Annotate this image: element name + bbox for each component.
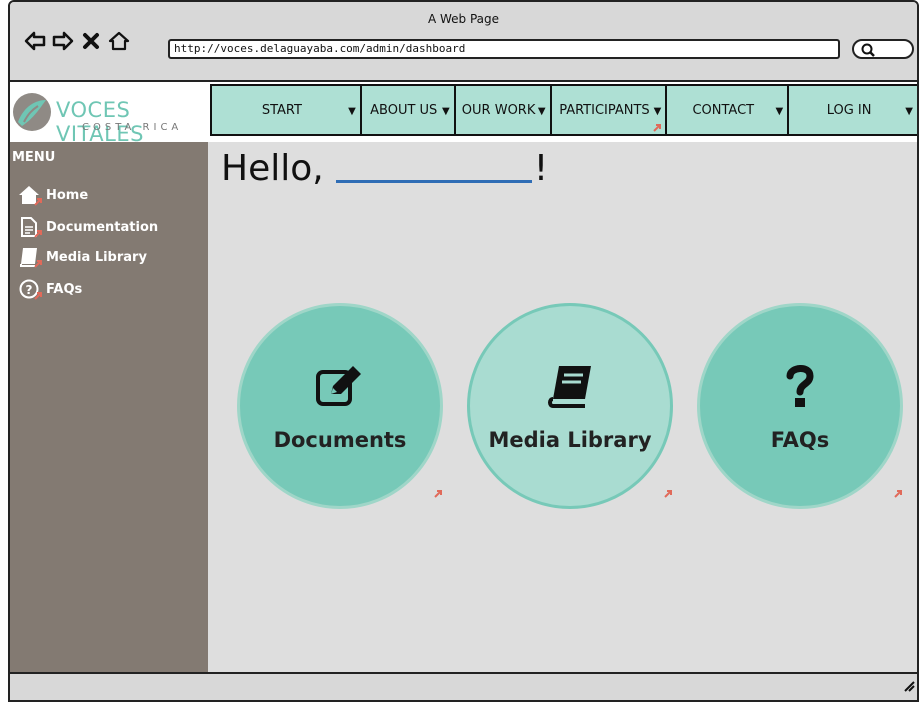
home-icon <box>18 184 42 206</box>
greeting-exclaim: ! <box>533 148 549 189</box>
card-faqs[interactable]: FAQs <box>697 303 903 509</box>
caret-down-icon: ▼ <box>775 106 784 117</box>
nav-label: LOG IN <box>826 102 872 118</box>
link-marker-icon <box>34 260 42 268</box>
nav-label: OUR WORK <box>461 102 536 118</box>
forward-arrow-icon[interactable] <box>52 30 74 52</box>
link-marker-icon <box>34 198 42 206</box>
sidebar-item-faqs[interactable]: ? FAQs <box>18 278 82 300</box>
book-icon <box>547 360 593 412</box>
sidebar-item-label: FAQs <box>46 281 83 297</box>
sidebar-item-documentation[interactable]: Documentation <box>18 216 158 238</box>
edit-icon <box>315 360 365 412</box>
browser-chrome: A Web Page http://voces.delaguayaba.com/… <box>10 2 917 82</box>
link-marker-icon <box>34 230 42 238</box>
svg-text:?: ? <box>26 283 33 297</box>
browser-nav <box>24 30 130 52</box>
link-marker-icon <box>34 292 42 300</box>
caret-down-icon: ▼ <box>348 106 356 117</box>
link-marker-icon <box>653 124 662 132</box>
main-nav: START ▼ ABOUT US ▼ OUR WORK ▼ PARTICIPAN… <box>210 84 917 136</box>
sidebar: MENU Home Documentation Media Library ? … <box>10 142 208 672</box>
site-header: VOCES VITALES COSTA RICA START ▼ ABOUT U… <box>10 82 917 146</box>
link-marker-icon <box>434 490 442 498</box>
sidebar-item-home[interactable]: Home <box>18 184 88 206</box>
nav-label: PARTICIPANTS <box>559 102 650 118</box>
nav-label: CONTACT <box>692 102 755 118</box>
search-icon <box>861 43 875 57</box>
nav-item-log-in[interactable]: LOG IN ▼ <box>787 84 917 136</box>
nav-item-participants[interactable]: PARTICIPANTS ▼ <box>549 84 668 136</box>
home-icon[interactable] <box>108 30 130 52</box>
nav-item-start[interactable]: START ▼ <box>210 84 362 136</box>
card-label: FAQs <box>770 428 830 452</box>
book-icon <box>18 246 42 268</box>
nav-item-contact[interactable]: CONTACT ▼ <box>665 84 790 136</box>
sidebar-item-label: Documentation <box>46 219 159 235</box>
sidebar-item-label: Media Library <box>46 249 147 265</box>
back-arrow-icon[interactable] <box>24 30 46 52</box>
caret-down-icon: ▼ <box>653 106 662 117</box>
question-icon <box>785 360 815 412</box>
logo-subtitle: COSTA RICA <box>82 122 183 133</box>
caret-down-icon: ▼ <box>537 106 546 117</box>
username-placeholder-line <box>335 151 532 183</box>
card-label: Media Library <box>488 428 652 452</box>
leaf-logo-icon <box>13 93 51 131</box>
question-circle-icon: ? <box>18 278 42 300</box>
nav-label: ABOUT US <box>370 102 438 118</box>
close-icon[interactable] <box>80 30 102 52</box>
status-bar <box>10 672 917 700</box>
main-content: Hello, ! Documents Media Library FAQs <box>208 142 917 672</box>
sidebar-item-media-library[interactable]: Media Library <box>18 246 147 268</box>
card-media-library[interactable]: Media Library <box>467 303 673 509</box>
link-marker-icon <box>664 490 672 498</box>
sidebar-item-label: Home <box>46 187 89 203</box>
card-label: Documents <box>273 428 407 452</box>
nav-item-our-work[interactable]: OUR WORK ▼ <box>453 84 552 136</box>
document-icon <box>18 216 42 238</box>
nav-item-about-us[interactable]: ABOUT US ▼ <box>359 84 456 136</box>
greeting-text: Hello, <box>221 148 324 189</box>
browser-window: A Web Page http://voces.delaguayaba.com/… <box>8 0 919 702</box>
sidebar-title: MENU <box>12 150 56 165</box>
caret-down-icon: ▼ <box>905 106 913 117</box>
card-documents[interactable]: Documents <box>237 303 443 509</box>
address-bar[interactable]: http://voces.delaguayaba.com/admin/dashb… <box>168 39 840 59</box>
site-logo[interactable]: VOCES VITALES COSTA RICA <box>10 88 210 146</box>
browser-search-box[interactable] <box>852 39 914 59</box>
window-title: A Web Page <box>427 12 500 26</box>
resize-handle-icon[interactable] <box>903 677 915 696</box>
greeting-heading: Hello, ! <box>221 148 548 189</box>
nav-label: START <box>261 102 302 118</box>
link-marker-icon <box>894 490 902 498</box>
caret-down-icon: ▼ <box>441 106 450 117</box>
